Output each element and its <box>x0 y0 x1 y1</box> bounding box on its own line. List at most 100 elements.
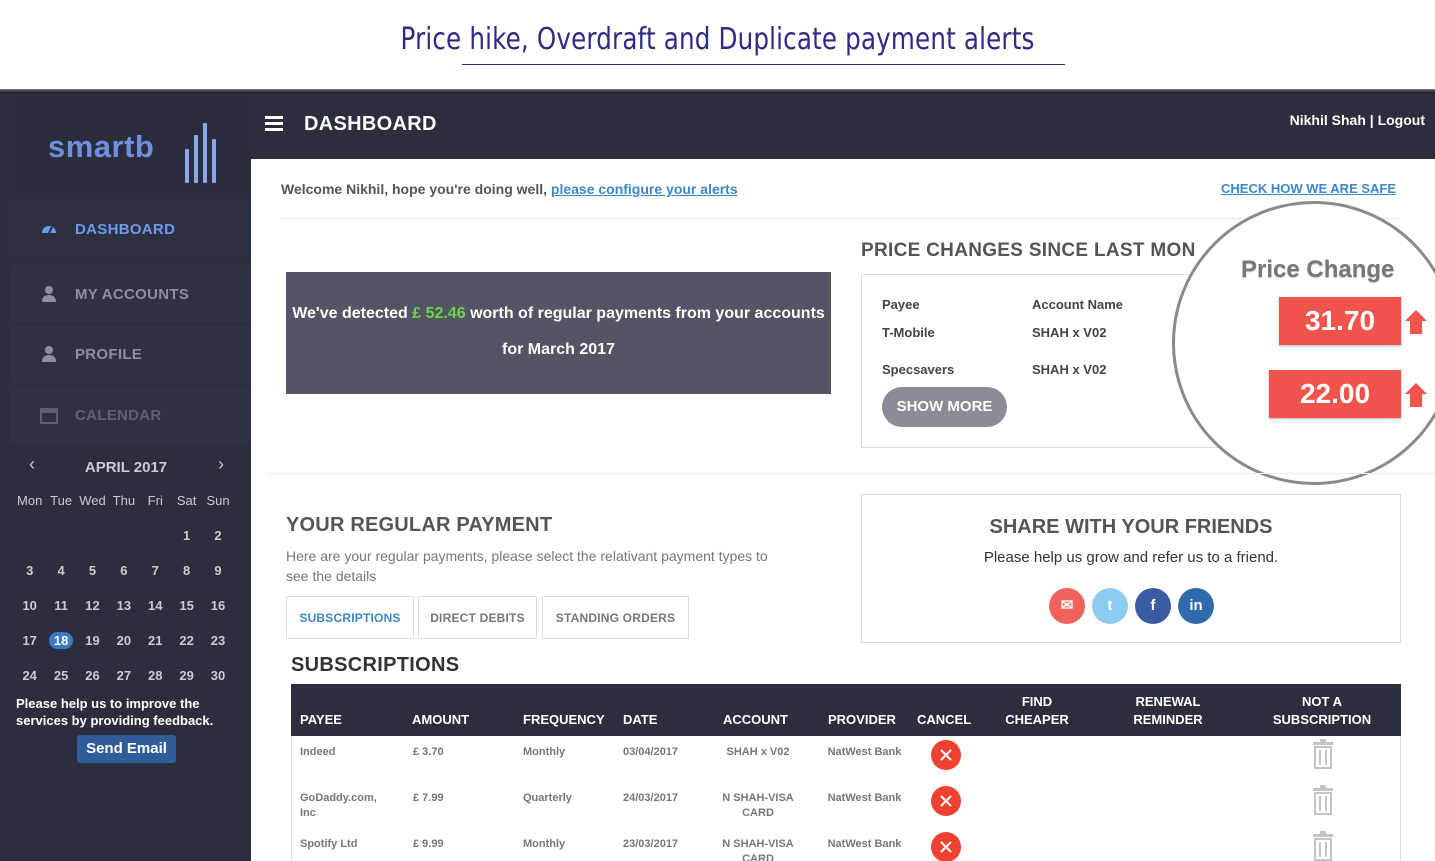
sidebar-item-profile[interactable]: PROFILE <box>10 325 251 383</box>
calendar-day-number: 21 <box>148 633 163 648</box>
check-safe-link[interactable]: CHECK HOW WE ARE SAFE <box>1221 181 1396 196</box>
calendar-day[interactable]: 21 <box>140 631 171 666</box>
cell-account: SHAH x V02 <box>726 746 790 758</box>
calendar-day-number: 9 <box>214 563 222 578</box>
dashboard-icon <box>42 226 56 234</box>
not-a-subscription-button[interactable] <box>1312 739 1334 769</box>
cancel-subscription-button[interactable] <box>931 740 961 770</box>
calendar-week-row: 3 4 5 6 7 8 9 <box>14 561 244 596</box>
show-more-button[interactable]: SHOW MORE <box>882 387 1007 427</box>
cell-payee: GoDaddy.com, Inc <box>300 792 377 819</box>
calendar-day-number: 5 <box>88 563 97 578</box>
table-header: PAYEE AMOUNT FREQUENCY DATE ACCOUNT PROV… <box>291 684 1401 736</box>
cell-frequency: Quarterly <box>523 792 572 804</box>
trash-icon <box>1313 831 1333 861</box>
table-body: Indeed £ 3.70 Monthly 03/04/2017 SHAH x V02 N… <box>291 736 1401 861</box>
cell-payee: Indeed <box>300 746 336 758</box>
calendar-weekday: Sun <box>206 493 230 508</box>
sidebar-item-my-accounts[interactable]: MY ACCOUNTS <box>10 265 251 323</box>
calendar-day[interactable]: 2 <box>202 526 233 561</box>
share-panel: SHARE WITH YOUR FRIENDS Please help us g… <box>861 494 1401 643</box>
calendar-day-number: 30 <box>210 668 226 683</box>
calendar-day[interactable]: 19 <box>77 631 108 666</box>
welcome-text: Welcome Nikhil, hope you're doing well, <box>281 181 547 197</box>
calendar-day[interactable]: 18 <box>45 631 76 666</box>
page-title: DASHBOARD <box>304 113 437 135</box>
calendar-day-number: 22 <box>179 633 194 648</box>
calendar-week-row: 12 <box>14 526 244 561</box>
hamburger-menu-icon[interactable] <box>265 116 285 132</box>
calendar-header: ‹ APRIL 2017 › <box>10 446 251 486</box>
arrow-up-icon <box>1405 310 1427 334</box>
calendar-day-number: 20 <box>116 633 132 648</box>
logout-link[interactable]: Logout <box>1378 112 1425 128</box>
calendar-day-number: 28 <box>148 668 163 683</box>
calendar-day[interactable]: 8 <box>171 561 202 596</box>
calendar-day-number: 26 <box>85 668 100 683</box>
calendar-day-number: 2 <box>214 528 222 543</box>
calendar-day[interactable]: 14 <box>140 596 171 631</box>
calendar-day-number: 6 <box>120 563 128 578</box>
calendar-day[interactable]: 11 <box>45 596 76 631</box>
sidebar-item-calendar[interactable]: CALENDAR <box>10 386 251 444</box>
subscriptions-title: SUBSCRIPTIONS <box>291 654 460 676</box>
calendar-day-number: 8 <box>183 563 191 578</box>
calendar-day[interactable]: 15 <box>171 596 202 631</box>
calendar-day[interactable]: 20 <box>108 631 139 666</box>
configure-alerts-link[interactable]: please configure your alerts <box>551 181 738 197</box>
cancel-subscription-button[interactable] <box>931 786 961 816</box>
calendar-day-number: 27 <box>116 668 132 683</box>
sidebar-item-label: DASHBOARD <box>75 221 176 238</box>
chevron-right-icon[interactable]: › <box>211 454 231 474</box>
calendar-empty-cell <box>77 526 108 561</box>
trash-icon <box>1313 739 1333 769</box>
facebook-icon[interactable]: f <box>1135 588 1171 624</box>
calendar-day[interactable]: 10 <box>14 596 45 631</box>
price-change-payee: Specsavers <box>882 362 955 377</box>
banner: Price hike, Overdraft and Duplicate paym… <box>0 0 1435 91</box>
calendar-day[interactable]: 9 <box>202 561 233 596</box>
calendar-day-number: 24 <box>22 668 37 683</box>
calendar-day[interactable]: 3 <box>14 561 45 596</box>
email-icon[interactable]: ✉ <box>1049 588 1085 624</box>
sidebar-item-dashboard[interactable]: DASHBOARD <box>10 200 251 258</box>
tab-subscriptions[interactable]: SUBSCRIPTIONS <box>286 596 414 639</box>
tab-standing-orders[interactable]: STANDING ORDERS <box>542 596 689 639</box>
cell-date: 23/03/2017 <box>623 838 679 850</box>
calendar-day[interactable]: 22 <box>171 631 202 666</box>
detected-prefix: We've detected <box>292 305 408 322</box>
tab-direct-debits[interactable]: DIRECT DEBITS <box>418 596 537 639</box>
logo-text: smartb <box>48 129 155 164</box>
cell-frequency: Monthly <box>523 838 566 850</box>
user-name[interactable]: Nikhil Shah <box>1290 112 1366 128</box>
calendar-weekday: Mon <box>17 493 43 508</box>
twitter-icon[interactable]: t <box>1092 588 1128 624</box>
arrow-up-icon <box>1405 383 1427 407</box>
cell-amount: £ 9.99 <box>413 838 444 850</box>
user-menu: Nikhil Shah | Logout <box>1290 112 1425 128</box>
calendar-day[interactable]: 6 <box>108 561 139 596</box>
not-a-subscription-button[interactable] <box>1312 831 1334 861</box>
cancel-subscription-button[interactable] <box>931 832 961 861</box>
calendar-day[interactable]: 17 <box>14 631 45 666</box>
account-header: Account Name <box>1032 297 1124 312</box>
calendar-day[interactable]: 16 <box>202 596 233 631</box>
calendar-day[interactable]: 5 <box>77 561 108 596</box>
chevron-left-icon[interactable]: ‹ <box>22 454 42 474</box>
trash-icon <box>1313 785 1333 815</box>
calendar-day[interactable]: 12 <box>77 596 108 631</box>
calendar-day[interactable]: 13 <box>108 596 139 631</box>
cell-account: N SHAH-VISA CARD <box>722 792 794 819</box>
column-header: PAYEE <box>300 712 342 727</box>
cell-date: 03/04/2017 <box>623 746 679 758</box>
close-icon <box>940 749 952 761</box>
send-email-button[interactable]: Send Email <box>77 735 176 763</box>
not-a-subscription-button[interactable] <box>1312 785 1334 815</box>
calendar-day[interactable]: 4 <box>45 561 76 596</box>
linkedin-icon[interactable]: in <box>1178 588 1214 624</box>
calendar-day[interactable]: 1 <box>171 526 202 561</box>
calendar-weekday: Thu <box>112 493 136 508</box>
logo[interactable]: smartb <box>10 96 251 196</box>
calendar-day[interactable]: 7 <box>140 561 171 596</box>
calendar-day[interactable]: 23 <box>202 631 233 666</box>
